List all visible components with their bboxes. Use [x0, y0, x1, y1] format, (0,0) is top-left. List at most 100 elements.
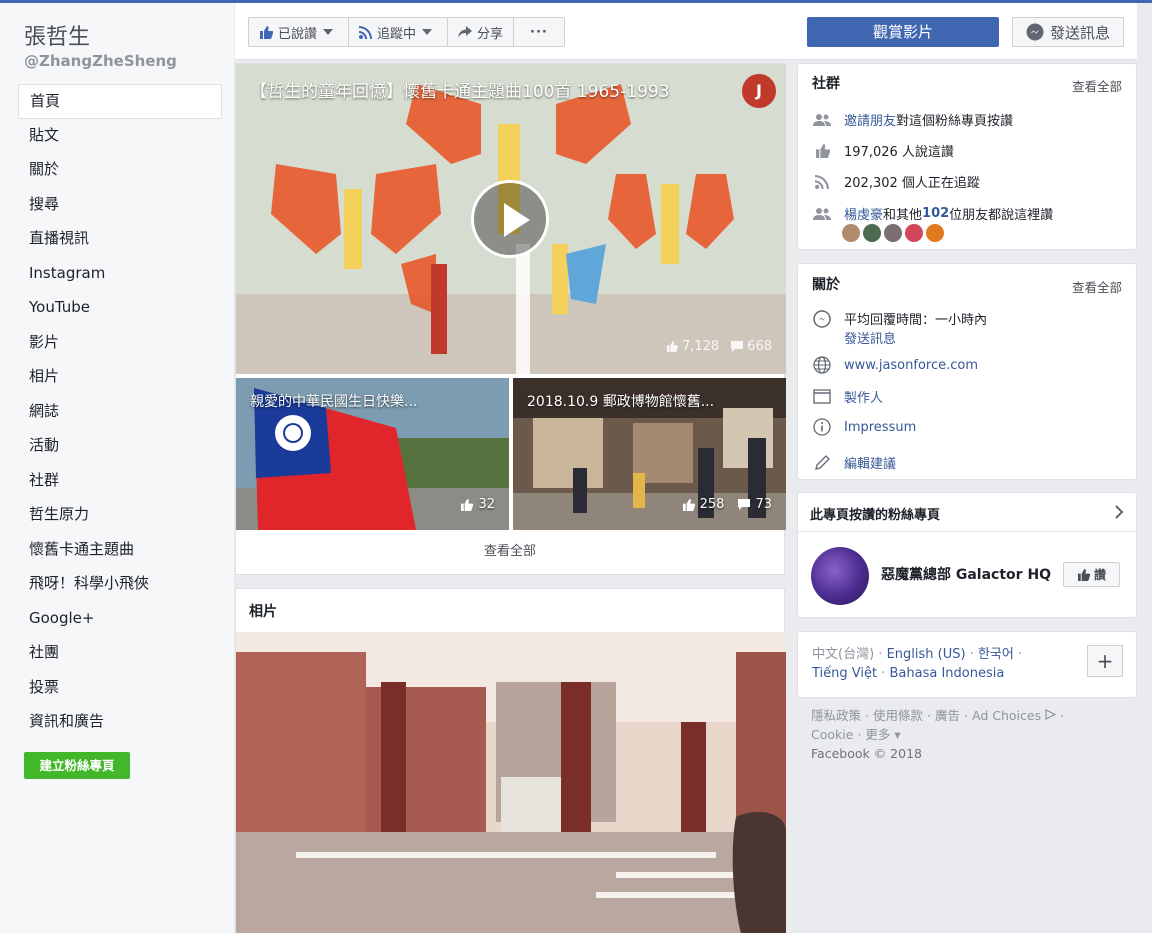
thumbnail-likes: 258 — [682, 497, 725, 512]
avatar[interactable] — [863, 224, 881, 242]
nav-item-search[interactable]: 搜尋 — [18, 188, 222, 223]
response-time-text: 平均回覆時間：一小時內 — [844, 313, 988, 328]
photo-street-scene[interactable] — [236, 632, 786, 933]
watch-video-button[interactable]: 觀賞影片 — [807, 17, 999, 47]
nav-item-events[interactable]: 活動 — [18, 429, 222, 464]
footer-link-privacy[interactable]: 隱私政策 — [811, 708, 861, 723]
like-page-button[interactable]: 讚 — [1063, 562, 1120, 587]
nav-item-photos[interactable]: 相片 — [18, 360, 222, 395]
featured-video-title[interactable]: 【哲生的童年回憶】懷舊卡通主題曲100首 1965-1993 — [250, 77, 670, 102]
liked-pages-card: 此專頁按讚的粉絲專頁 惡魔黨總部 Galactor HQ 讚 — [797, 492, 1137, 618]
avatar[interactable] — [905, 224, 923, 242]
likes-count-text: 197,026 人說這讚 — [844, 145, 954, 160]
friends-mid-text: 和其他 — [883, 208, 923, 223]
thumbnail-likes: 32 — [460, 497, 495, 512]
people-icon — [812, 207, 832, 220]
nav-item-about[interactable]: 關於 — [18, 153, 222, 188]
suggest-edits-link[interactable]: 編輯建議 — [844, 453, 896, 472]
thumbnail-title[interactable]: 2018.10.9 郵政博物館懷舊... — [527, 391, 714, 411]
footer-link-terms[interactable]: 使用條款 — [873, 708, 923, 723]
messenger-icon — [1026, 23, 1044, 41]
nav-item-cartoon-themes[interactable]: 懷舊卡通主題曲 — [18, 533, 222, 568]
chevron-right-icon[interactable] — [1115, 505, 1124, 519]
action-button-group: 已說讚 追蹤中 分享 ··· — [248, 17, 565, 47]
page-action-bar: 已說讚 追蹤中 分享 ··· 觀賞影片 發送訊息 — [235, 3, 1137, 60]
about-see-all-link[interactable]: 查看全部 — [1072, 277, 1122, 296]
invite-friends-link[interactable]: 邀請朋友 — [844, 110, 896, 129]
more-button[interactable]: ··· — [514, 18, 564, 46]
language-link[interactable]: English (US) — [887, 647, 966, 662]
photos-title[interactable]: 相片 — [249, 601, 277, 621]
nav-item-polls[interactable]: 投票 — [18, 671, 222, 706]
thumbnail-stats: 258 73 — [682, 497, 772, 512]
chevron-down-icon — [323, 29, 334, 35]
thumbs-up-icon — [260, 25, 273, 39]
footer-link-adchoices[interactable]: Ad Choices — [972, 708, 1041, 723]
nav-item-groups[interactable]: 社團 — [18, 636, 222, 671]
adchoices-icon — [1045, 709, 1057, 720]
community-title[interactable]: 社群 — [812, 73, 840, 93]
following-button[interactable]: 追蹤中 — [349, 18, 449, 46]
nav-item-force[interactable]: 哲生原力 — [18, 498, 222, 533]
chevron-down-icon — [422, 29, 433, 35]
language-link[interactable]: Bahasa Indonesia — [890, 666, 1005, 681]
avatar[interactable] — [884, 224, 902, 242]
nav-item-posts[interactable]: 貼文 — [18, 119, 222, 154]
website-link[interactable]: www.jasonforce.com — [844, 358, 978, 373]
nav-item-home[interactable]: 首頁 — [18, 84, 222, 119]
liked-pages-title[interactable]: 此專頁按讚的粉絲專頁 — [810, 504, 940, 523]
friend-name-link[interactable]: 楊虔豪 — [844, 204, 883, 223]
language-link[interactable]: Tiếng Việt — [812, 666, 877, 681]
invite-friends-text: 對這個粉絲專頁按讚 — [896, 114, 1014, 129]
nav-item-videos[interactable]: 影片 — [18, 326, 222, 361]
create-page-button[interactable]: 建立粉絲專頁 — [24, 752, 130, 779]
video-thumbnail-flag[interactable]: 親愛的中華民國生日快樂... 32 — [236, 378, 509, 530]
thumbnail-title[interactable]: 親愛的中華民國生日快樂... — [250, 391, 417, 411]
nav-item-info-ads[interactable]: 資訊和廣告 — [18, 705, 222, 740]
nav-item-live[interactable]: 直播視訊 — [18, 222, 222, 257]
nav-item-community[interactable]: 社群 — [18, 464, 222, 499]
impressum-link[interactable]: Impressum — [844, 420, 916, 435]
nav-item-gatchaman[interactable]: 飛呀！科學小飛俠 — [18, 567, 222, 602]
community-see-all-link[interactable]: 查看全部 — [1072, 76, 1122, 95]
about-title[interactable]: 關於 — [812, 274, 840, 294]
footer-link-cookie[interactable]: Cookie — [811, 727, 853, 742]
liked-button[interactable]: 已說讚 — [249, 18, 350, 46]
language-list: 中文(台灣) · English (US) · 한국어 · Tiếng Việt… — [812, 647, 1023, 681]
invite-friends-row: 邀請朋友 對這個粉絲專頁按讚 — [812, 110, 1013, 129]
share-button[interactable]: 分享 — [448, 18, 515, 46]
nav-item-instagram[interactable]: Instagram — [18, 257, 222, 292]
friends-count-link[interactable]: 102 — [922, 206, 949, 221]
channel-logo: J — [742, 74, 776, 108]
follows-row: 202,302 個人正在追蹤 — [812, 172, 980, 191]
website-row: www.jasonforce.com — [812, 356, 978, 374]
divider — [798, 531, 1136, 532]
thumbnail-likes-count: 258 — [699, 497, 725, 512]
galactor-avatar[interactable] — [811, 547, 869, 605]
thumbs-up-icon — [666, 341, 678, 352]
footer-link-more[interactable]: 更多 — [865, 727, 890, 742]
avatar[interactable] — [842, 224, 860, 242]
footer-link-ads[interactable]: 廣告 — [935, 708, 960, 723]
liked-page-name[interactable]: 惡魔黨總部 Galactor HQ — [881, 564, 1051, 584]
producer-link[interactable]: 製作人 — [844, 387, 883, 406]
photos-card: 相片 — [235, 588, 786, 933]
thumbnail-comments-count: 73 — [755, 497, 772, 512]
video-thumbnail-museum[interactable]: 2018.10.9 郵政博物館懷舊... 258 73 — [513, 378, 786, 530]
page-name[interactable]: 張哲生 — [24, 19, 90, 51]
caret-down-icon: ▾ — [890, 727, 901, 742]
language-link[interactable]: 한국어 — [978, 647, 1014, 662]
nav-item-google-plus[interactable]: Google+ — [18, 602, 222, 637]
featured-video[interactable]: 【哲生的童年回憶】懷舊卡通主題曲100首 1965-1993 J 7,128 6… — [236, 64, 786, 374]
community-card: 社群 查看全部 邀請朋友 對這個粉絲專頁按讚 197,026 人說這讚 202,… — [797, 63, 1137, 250]
impressum-row: Impressum — [812, 418, 916, 436]
send-message-button[interactable]: 發送訊息 — [1012, 17, 1124, 47]
avatar[interactable] — [926, 224, 944, 242]
nav-item-youtube[interactable]: YouTube — [18, 291, 222, 326]
play-icon[interactable] — [471, 180, 549, 258]
add-language-button[interactable]: + — [1087, 645, 1123, 677]
nav-item-notes[interactable]: 網誌 — [18, 395, 222, 430]
page-handle[interactable]: @ZhangZheSheng — [24, 52, 177, 70]
videos-see-all-link[interactable]: 查看全部 — [236, 534, 784, 574]
about-send-message-link[interactable]: 發送訊息 — [844, 328, 896, 347]
